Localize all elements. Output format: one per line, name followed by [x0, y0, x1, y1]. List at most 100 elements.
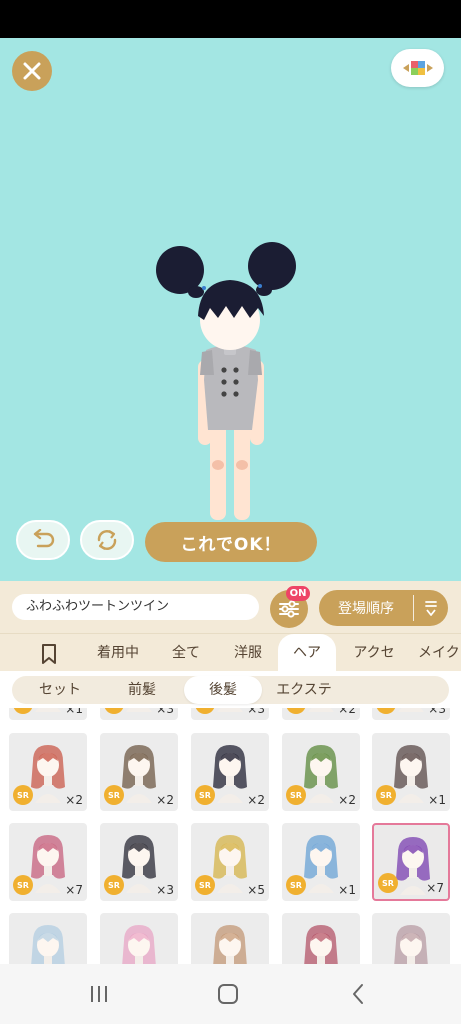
- owned-count: ×2: [247, 793, 265, 807]
- owned-count: ×3: [247, 708, 265, 716]
- rarity-badge: SR: [104, 785, 124, 805]
- hair-preview-icon: [213, 925, 247, 964]
- recent-apps-button[interactable]: [84, 982, 114, 1006]
- avatar-figure: [156, 242, 296, 520]
- owned-count: ×2: [338, 708, 356, 716]
- rarity-badge: SR: [195, 875, 215, 895]
- hair-item-card[interactable]: SR ×3: [100, 823, 178, 901]
- status-bar: [0, 0, 461, 38]
- hair-preview-icon: [31, 925, 65, 964]
- filter-on-badge: ON: [286, 586, 310, 601]
- owned-count: ×1: [338, 883, 356, 897]
- hair-preview-icon: [213, 745, 247, 803]
- hair-item-card[interactable]: [372, 913, 450, 964]
- hair-item-card[interactable]: [191, 913, 269, 964]
- owned-count: ×3: [156, 708, 174, 716]
- item-name-field: ふわふわツートンツイン: [12, 594, 259, 620]
- rarity-badge: SR: [13, 785, 33, 805]
- hair-preview-icon: [308, 708, 334, 712]
- owned-count: ×2: [65, 793, 83, 807]
- tab-wearing[interactable]: 着用中: [85, 634, 151, 672]
- hair-preview-icon: [31, 835, 65, 893]
- rarity-badge: SR: [376, 785, 396, 805]
- recent-apps-icon: [91, 986, 107, 1002]
- owned-count: ×7: [426, 881, 444, 895]
- hair-preview-icon: [217, 708, 243, 712]
- sort-order-label: 登場順序: [338, 601, 394, 617]
- tab-all[interactable]: 全て: [160, 634, 212, 672]
- owned-count: ×3: [428, 708, 446, 716]
- hair-item-card[interactable]: SR ×7: [372, 823, 450, 901]
- app-root: これでOK！ ふわふわツートンツイン ON 登場順序 着用中 全て 洋服 ヘア …: [0, 0, 461, 1024]
- tab-makeup[interactable]: メイク: [418, 634, 461, 672]
- refresh-icon: [97, 530, 117, 550]
- hair-item-card[interactable]: SR ×2: [9, 733, 87, 811]
- hair-item-card[interactable]: SR×2: [100, 733, 178, 811]
- hair-preview-icon: [394, 925, 428, 964]
- sliders-icon: [279, 600, 299, 618]
- hair-item-card[interactable]: SR×3: [372, 708, 450, 720]
- bookmark-icon[interactable]: [38, 643, 60, 665]
- undo-button[interactable]: [16, 520, 70, 560]
- hair-item-card[interactable]: SR×1: [9, 708, 87, 720]
- home-icon: [218, 984, 238, 1004]
- hair-preview-icon: [213, 835, 247, 893]
- subtab-extensions[interactable]: エクステ: [266, 675, 342, 705]
- owned-count: ×3: [156, 883, 174, 897]
- hair-preview-icon: [31, 745, 65, 803]
- hair-item-card[interactable]: [100, 913, 178, 964]
- color-blocks-icon: [402, 61, 433, 75]
- hair-item-card[interactable]: SR×3: [100, 708, 178, 720]
- tab-clothes[interactable]: 洋服: [222, 634, 274, 672]
- hair-item-card[interactable]: SR ×7: [9, 823, 87, 901]
- hair-item-card[interactable]: SR×3: [191, 708, 269, 720]
- close-button[interactable]: [12, 51, 52, 91]
- rarity-badge: SR: [104, 875, 124, 895]
- confirm-ok-button[interactable]: これでOK！: [145, 522, 317, 562]
- subtab-back-hair[interactable]: 後髪: [184, 675, 262, 705]
- color-palette-button[interactable]: [391, 49, 444, 87]
- sort-descending-icon: [425, 601, 437, 616]
- hair-preview-icon: [394, 745, 428, 803]
- hair-item-card[interactable]: SR×2: [282, 708, 360, 720]
- close-icon: [23, 62, 41, 80]
- hair-preview-icon: [122, 925, 156, 964]
- rarity-badge: SR: [286, 875, 306, 895]
- hair-item-card[interactable]: SR ×2: [282, 733, 360, 811]
- hair-preview-icon: [122, 745, 156, 803]
- category-tabs: 着用中 全て 洋服 ヘア アクセ メイク: [0, 633, 461, 672]
- subtab-set[interactable]: セット: [22, 675, 98, 705]
- hair-preview-icon: [304, 835, 338, 893]
- hair-preview-icon: [126, 708, 152, 712]
- hair-preview-icon: [304, 745, 338, 803]
- hair-item-card[interactable]: SR ×1: [372, 733, 450, 811]
- back-icon: [353, 984, 363, 1004]
- owned-count: ×5: [247, 883, 265, 897]
- rarity-badge: SR: [286, 785, 306, 805]
- reset-button[interactable]: [80, 520, 134, 560]
- hair-item-card[interactable]: SR ×2: [191, 733, 269, 811]
- hair-preview-icon: [35, 708, 61, 712]
- subtab-front-hair[interactable]: 前髪: [104, 675, 180, 705]
- tab-accessories[interactable]: アクセ: [344, 634, 404, 672]
- owned-count: ×2: [338, 793, 356, 807]
- item-grid: SR ×1 SR ×3 SR ×3 SR ×2 SR ×3 SR ×2 SR ×2 SR ×2 SR ×2 SR ×1…: [0, 708, 461, 964]
- back-button[interactable]: [343, 982, 373, 1006]
- sort-toggle[interactable]: [414, 599, 448, 617]
- sort-divider: [413, 595, 414, 621]
- hair-item-card[interactable]: [9, 913, 87, 964]
- rarity-badge: SR: [195, 785, 215, 805]
- hair-preview-icon: [122, 835, 156, 893]
- tab-hair[interactable]: ヘア: [278, 634, 336, 672]
- rarity-badge: SR: [378, 873, 398, 893]
- hair-item-card[interactable]: [282, 913, 360, 964]
- hair-preview-icon: [304, 925, 338, 964]
- owned-count: ×1: [428, 793, 446, 807]
- rarity-badge: SR: [13, 875, 33, 895]
- hair-item-card[interactable]: SR ×1: [282, 823, 360, 901]
- home-button[interactable]: [213, 982, 243, 1006]
- hair-preview-icon: [398, 708, 424, 712]
- sort-order-button[interactable]: 登場順序: [319, 590, 448, 626]
- owned-count: ×7: [65, 883, 83, 897]
- hair-item-card[interactable]: SR ×5: [191, 823, 269, 901]
